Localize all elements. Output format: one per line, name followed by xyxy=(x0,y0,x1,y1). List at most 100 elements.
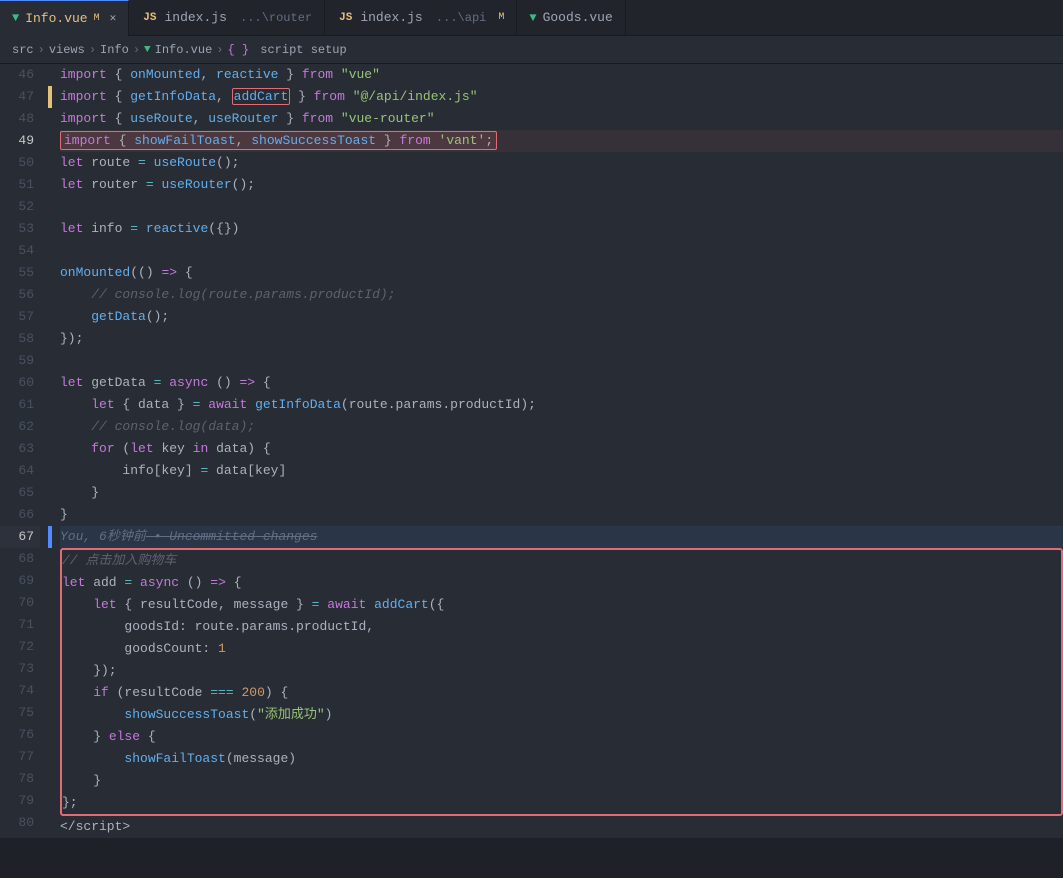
tab-close-button[interactable]: ✕ xyxy=(110,11,117,25)
tab-path: ...\router xyxy=(233,11,312,25)
ln-77: 77 xyxy=(0,746,40,768)
code-line-69: let add = async () => { xyxy=(62,572,1061,594)
ln-69: 69 xyxy=(0,570,40,592)
code-line-59 xyxy=(60,350,1063,372)
js-icon: JS xyxy=(337,11,354,25)
tab-label: Goods.vue xyxy=(543,10,613,25)
code-line-68: // 点击加入购物车 xyxy=(62,550,1061,572)
ln-51: 51 xyxy=(0,174,40,196)
code-line-51: let router = useRouter(); xyxy=(60,174,1063,196)
code-line-70: let { resultCode, message } = await addC… xyxy=(62,594,1061,616)
code-line-48: import { useRoute, useRouter } from "vue… xyxy=(60,108,1063,130)
breadcrumb: src › views › Info › ▼ Info.vue › { } sc… xyxy=(0,36,1063,64)
code-line-62: // console.log(data); xyxy=(60,416,1063,438)
code-line-78: } xyxy=(62,770,1061,792)
code-line-63: for (let key in data) { xyxy=(60,438,1063,460)
code-line-52 xyxy=(60,196,1063,218)
ln-46: 46 xyxy=(0,64,40,86)
tab-router-index[interactable]: JS index.js ...\router xyxy=(129,0,325,36)
code-line-50: let route = useRoute(); xyxy=(60,152,1063,174)
tab-api-index[interactable]: JS index.js ...\api M xyxy=(325,0,517,36)
ln-80: 80 xyxy=(0,812,40,834)
code-editor: 46 47 48 49 50 51 52 53 54 55 56 57 58 5… xyxy=(0,64,1063,838)
breadcrumb-vue-icon: ▼ xyxy=(144,44,151,56)
ln-63: 63 xyxy=(0,438,40,460)
code-line-57: getData(); xyxy=(60,306,1063,328)
ln-71: 71 xyxy=(0,614,40,636)
code-content[interactable]: import { onMounted, reactive } from "vue… xyxy=(52,64,1063,838)
ln-66: 66 xyxy=(0,504,40,526)
tab-path: ...\api xyxy=(429,11,487,25)
ln-55: 55 xyxy=(0,262,40,284)
code-line-56: // console.log(route.params.productId); xyxy=(60,284,1063,306)
ln-61: 61 xyxy=(0,394,40,416)
breadcrumb-section: { } xyxy=(227,43,249,57)
code-line-71: goodsId: route.params.productId, xyxy=(62,616,1061,638)
breadcrumb-info: Info xyxy=(100,43,129,57)
modified-indicator: M xyxy=(492,12,504,23)
code-line-60: let getData = async () => { xyxy=(60,372,1063,394)
code-line-53: let info = reactive({}) xyxy=(60,218,1063,240)
code-line-46: import { onMounted, reactive } from "vue… xyxy=(60,64,1063,86)
tab-info-vue[interactable]: ▼ Info.vue M ✕ xyxy=(0,0,129,36)
breadcrumb-script: script setup xyxy=(253,43,347,57)
ln-57: 57 xyxy=(0,306,40,328)
code-line-64: info[key] = data[key] xyxy=(60,460,1063,482)
ln-78: 78 xyxy=(0,768,40,790)
code-line-77: showFailToast(message) xyxy=(62,748,1061,770)
tab-goods-vue[interactable]: ▼ Goods.vue xyxy=(517,0,625,36)
line-numbers: 46 47 48 49 50 51 52 53 54 55 56 57 58 5… xyxy=(0,64,48,838)
ln-60: 60 xyxy=(0,372,40,394)
ln-70: 70 xyxy=(0,592,40,614)
ln-50: 50 xyxy=(0,152,40,174)
vue-icon: ▼ xyxy=(529,11,536,25)
ln-56: 56 xyxy=(0,284,40,306)
code-line-66: } xyxy=(60,504,1063,526)
ln-49: 49 xyxy=(0,130,40,152)
ln-79: 79 xyxy=(0,790,40,812)
ln-72: 72 xyxy=(0,636,40,658)
ln-47: 47 xyxy=(0,86,40,108)
code-line-79: }; xyxy=(62,792,1061,814)
ln-65: 65 xyxy=(0,482,40,504)
code-line-65: } xyxy=(60,482,1063,504)
ln-76: 76 xyxy=(0,724,40,746)
ln-48: 48 xyxy=(0,108,40,130)
code-line-74: if (resultCode === 200) { xyxy=(62,682,1061,704)
code-line-75: showSuccessToast("添加成功") xyxy=(62,704,1061,726)
vue-icon: ▼ xyxy=(12,11,19,25)
ln-54: 54 xyxy=(0,240,40,262)
ln-58: 58 xyxy=(0,328,40,350)
code-line-80: </script> xyxy=(60,816,1063,838)
ln-68: 68 xyxy=(0,548,40,570)
code-line-76: } else { xyxy=(62,726,1061,748)
breadcrumb-src: src xyxy=(12,43,34,57)
ln-74: 74 xyxy=(0,680,40,702)
breadcrumb-file: Info.vue xyxy=(155,43,213,57)
ln-52: 52 xyxy=(0,196,40,218)
ln-64: 64 xyxy=(0,460,40,482)
red-border-region: // 点击加入购物车 let add = async () => { let {… xyxy=(60,548,1063,816)
tab-label: index.js xyxy=(360,10,422,25)
code-line-47: import { getInfoData, addCart } from "@/… xyxy=(60,86,1063,108)
code-line-72: goodsCount: 1 xyxy=(62,638,1061,660)
breadcrumb-views: views xyxy=(49,43,85,57)
code-line-67: You, 6秒钟前 • Uncommitted changes xyxy=(60,526,1063,548)
code-line-73: }); xyxy=(62,660,1061,682)
code-line-58: }); xyxy=(60,328,1063,350)
tab-label: index.js xyxy=(164,10,226,25)
modified-indicator: M xyxy=(94,13,100,24)
code-line-55: onMounted(() => { xyxy=(60,262,1063,284)
ln-62: 62 xyxy=(0,416,40,438)
tab-bar: ▼ Info.vue M ✕ JS index.js ...\router JS… xyxy=(0,0,1063,36)
code-line-49: import { showFailToast, showSuccessToast… xyxy=(60,130,1063,152)
ln-67: 67 xyxy=(0,526,40,548)
js-icon: JS xyxy=(141,11,158,25)
code-line-54 xyxy=(60,240,1063,262)
code-line-61: let { data } = await getInfoData(route.p… xyxy=(60,394,1063,416)
ln-59: 59 xyxy=(0,350,40,372)
ln-75: 75 xyxy=(0,702,40,724)
ln-73: 73 xyxy=(0,658,40,680)
ln-53: 53 xyxy=(0,218,40,240)
tab-label: Info.vue xyxy=(25,11,87,26)
